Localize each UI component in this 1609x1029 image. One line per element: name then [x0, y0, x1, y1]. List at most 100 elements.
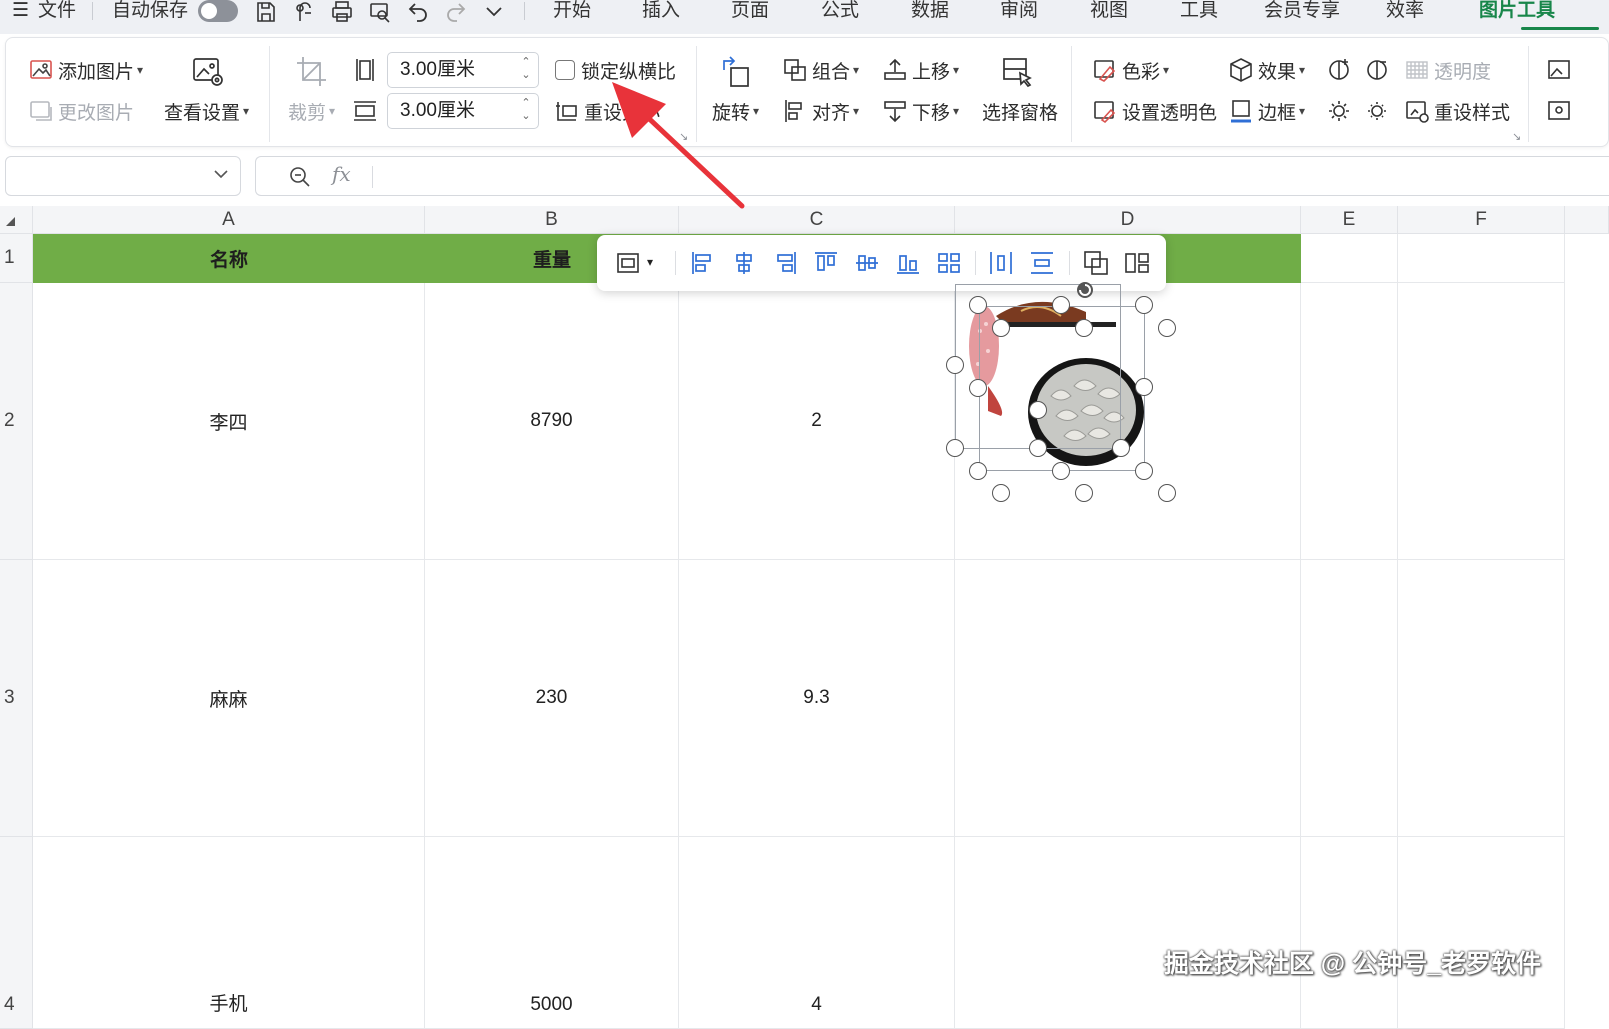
cell-e4[interactable] — [1301, 837, 1398, 1029]
cell-f2[interactable] — [1398, 283, 1565, 560]
transparency-button[interactable]: 透明度 — [1404, 55, 1491, 85]
cell-f3[interactable] — [1398, 560, 1565, 837]
share-icon[interactable] — [292, 0, 316, 24]
resize-handle[interactable] — [969, 462, 987, 480]
cell-a1[interactable]: 名称 — [33, 234, 425, 283]
selection-pane-icon[interactable] — [1000, 54, 1036, 90]
column-header-g[interactable] — [1565, 206, 1609, 234]
select-all-corner[interactable] — [0, 206, 33, 234]
group-button[interactable]: 组合 ▾ — [782, 55, 859, 85]
width-stepper[interactable]: ⌃ ⌄ — [520, 97, 532, 125]
tab-tools[interactable]: 工具 — [1180, 0, 1218, 24]
column-header-a[interactable]: A — [33, 206, 425, 234]
column-header-d[interactable]: D — [955, 206, 1301, 234]
cell-e2[interactable] — [1301, 283, 1398, 560]
reset-style-button[interactable]: 重设样式 — [1404, 96, 1510, 126]
cell-f1[interactable] — [1398, 234, 1565, 283]
cell-d4[interactable] — [955, 837, 1301, 1029]
tab-view[interactable]: 视图 — [1090, 0, 1128, 24]
hamburger-icon[interactable]: ☰ — [12, 0, 29, 24]
resize-handle[interactable] — [1075, 319, 1093, 337]
cell-b2[interactable]: 8790 — [425, 283, 679, 560]
lock-aspect-label[interactable]: 锁定纵横比 — [581, 55, 676, 85]
distribute-vertical-icon[interactable] — [1028, 249, 1056, 277]
rotate-button[interactable]: 旋转 ▾ — [712, 96, 759, 126]
lock-aspect-checkbox[interactable] — [555, 60, 575, 80]
align-button[interactable]: 对齐 ▾ — [782, 96, 859, 126]
effects-button[interactable]: 效果 ▾ — [1228, 55, 1305, 85]
increase-contrast-button[interactable] — [1326, 55, 1356, 85]
row-header-3[interactable]: 3 — [0, 560, 33, 837]
more-picture-tools-button[interactable] — [1546, 55, 1576, 85]
tab-page[interactable]: 页面 — [731, 0, 769, 24]
menu-file[interactable]: 文件 — [38, 0, 76, 24]
rotate-icon[interactable] — [718, 54, 754, 90]
align-top-icon[interactable] — [812, 249, 840, 277]
crop-button[interactable]: 裁剪 ▾ — [288, 96, 335, 126]
resize-handle[interactable] — [946, 356, 964, 374]
resize-handle[interactable] — [1158, 319, 1176, 337]
cell-e3[interactable] — [1301, 560, 1398, 837]
cell-a3[interactable]: 麻麻 — [33, 560, 425, 837]
cell-c3[interactable]: 9.3 — [679, 560, 955, 837]
cell-b4[interactable]: 5000 — [425, 837, 679, 1029]
resize-handle[interactable] — [1075, 484, 1093, 502]
resize-handle[interactable] — [1135, 296, 1153, 314]
tab-formula[interactable]: 公式 — [821, 0, 859, 24]
align-right-icon[interactable] — [771, 249, 799, 277]
name-box[interactable] — [5, 156, 241, 196]
cell-c4[interactable]: 4 — [679, 837, 955, 1029]
resize-handle[interactable] — [1052, 296, 1070, 314]
ungroup-objects-icon[interactable] — [1123, 249, 1151, 277]
change-picture-button[interactable]: 更改图片 — [28, 96, 134, 126]
decrease-contrast-button[interactable] — [1364, 55, 1394, 85]
cell-b3[interactable]: 230 — [425, 560, 679, 837]
size-dialog-launcher-icon[interactable]: ↘ — [679, 130, 688, 143]
print-icon[interactable] — [330, 0, 354, 24]
width-input[interactable]: 3.00厘米 ⌃ ⌄ — [387, 93, 539, 129]
add-picture-button[interactable]: 添加图片 ▾ — [28, 55, 143, 85]
redo-icon[interactable] — [444, 0, 468, 24]
reset-size-button[interactable]: 重设大小 — [554, 96, 660, 126]
resize-handle[interactable] — [1135, 462, 1153, 480]
border-button[interactable]: 边框 ▾ — [1228, 96, 1305, 126]
tab-review[interactable]: 审阅 — [1000, 0, 1038, 24]
column-header-c[interactable]: C — [679, 206, 955, 234]
print-preview-icon[interactable] — [368, 0, 392, 24]
crop-icon[interactable] — [294, 54, 330, 90]
selected-picture-group[interactable] — [946, 282, 1185, 505]
align-grid-icon[interactable] — [935, 249, 963, 277]
style-dialog-launcher-icon[interactable]: ↘ — [1512, 130, 1521, 143]
group-objects-icon[interactable] — [1082, 249, 1110, 277]
cell-a2[interactable]: 李四 — [33, 283, 425, 560]
autosave-toggle[interactable] — [198, 0, 238, 22]
cell-d3[interactable] — [955, 560, 1301, 837]
resize-handle[interactable] — [992, 484, 1010, 502]
resize-handle[interactable] — [1029, 439, 1047, 457]
tab-picture-tools[interactable]: 图片工具 — [1479, 0, 1555, 24]
column-header-e[interactable]: E — [1301, 206, 1398, 234]
insert-function-icon[interactable]: fx — [332, 162, 351, 186]
more-picture-tools-button-2[interactable] — [1546, 96, 1576, 126]
column-header-f[interactable]: F — [1398, 206, 1565, 234]
increase-brightness-button[interactable] — [1326, 96, 1356, 126]
send-backward-button[interactable]: 下移 ▾ — [882, 96, 959, 126]
height-stepper[interactable]: ⌃ ⌄ — [520, 56, 532, 84]
resize-handle[interactable] — [1052, 462, 1070, 480]
align-center-icon[interactable] — [730, 249, 758, 277]
tab-data[interactable]: 数据 — [911, 0, 949, 24]
cell-a4[interactable]: 手机 — [33, 837, 425, 1029]
cell-c2[interactable]: 2 — [679, 283, 955, 560]
chevron-down-icon[interactable]: ▾ — [647, 255, 653, 269]
row-header-4[interactable]: 4 — [0, 837, 33, 1029]
row-header-1[interactable]: 1 — [0, 234, 33, 283]
resize-handle[interactable] — [969, 296, 987, 314]
selection-pane-button[interactable]: 选择窗格 — [982, 96, 1058, 126]
resize-handle[interactable] — [1112, 439, 1130, 457]
row-header-2[interactable]: 2 — [0, 283, 33, 560]
align-left-icon[interactable] — [689, 249, 717, 277]
resize-handle[interactable] — [1029, 401, 1047, 419]
align-bottom-icon[interactable] — [894, 249, 922, 277]
decrease-brightness-button[interactable] — [1364, 96, 1394, 126]
view-settings-button[interactable]: 查看设置 ▾ — [164, 96, 249, 126]
